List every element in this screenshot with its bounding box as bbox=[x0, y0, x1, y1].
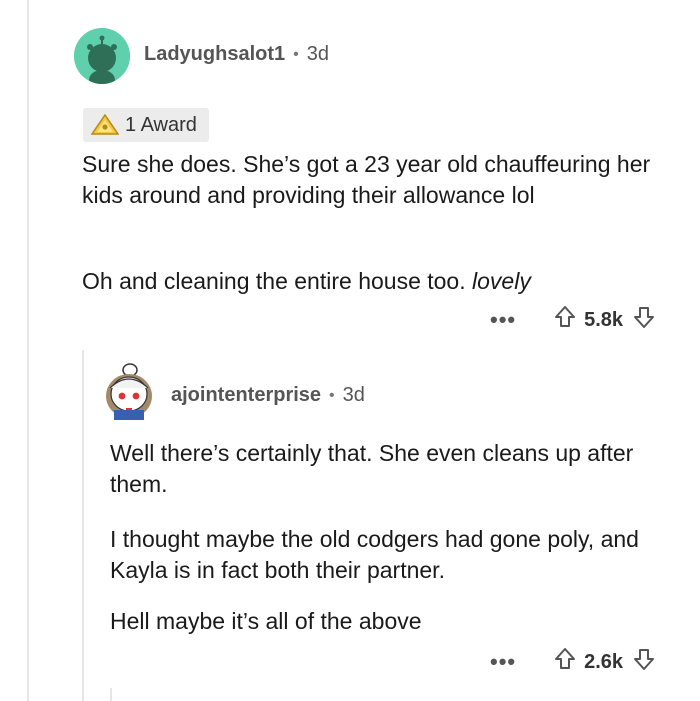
comment-2-meta: ajointenterprise • 3d bbox=[171, 384, 365, 407]
vote-score: 5.8k bbox=[584, 308, 624, 331]
comment-age: 3d bbox=[342, 384, 365, 406]
comment-2-paragraph-1: Well there’s certainly that. She even cl… bbox=[110, 440, 634, 497]
vote-score: 2.6k bbox=[584, 650, 624, 673]
award-triangle-icon bbox=[91, 114, 119, 135]
comment-1-meta: Ladyughsalot1 • 3d bbox=[144, 43, 329, 66]
thread-line-reply[interactable] bbox=[82, 350, 84, 701]
paragraph-text: Oh and cleaning the entire house too. bbox=[82, 268, 466, 294]
thread-line-outer[interactable] bbox=[27, 0, 29, 701]
more-options-button[interactable]: ••• bbox=[490, 309, 516, 331]
comment-age: 3d bbox=[306, 43, 329, 65]
award-badge[interactable]: 1 Award bbox=[83, 108, 209, 142]
author-name[interactable]: Ladyughsalot1 bbox=[144, 43, 285, 66]
downvote-arrow-icon[interactable] bbox=[633, 647, 655, 677]
upvote-arrow-icon[interactable] bbox=[554, 647, 576, 677]
more-options-button[interactable]: ••• bbox=[490, 651, 516, 673]
comment-1-actions: ••• 5.8k bbox=[490, 305, 655, 335]
award-label: 1 Award bbox=[125, 113, 197, 136]
meta-separator: • bbox=[329, 386, 335, 404]
comment-2-paragraph-2: I thought maybe the old codgers had gone… bbox=[110, 526, 639, 583]
downvote-arrow-icon[interactable] bbox=[633, 305, 655, 335]
comment-2-paragraph-3: Hell maybe it’s all of the above bbox=[110, 608, 422, 634]
comment-1-paragraph-2: Oh and cleaning the entire house too. lo… bbox=[82, 266, 652, 297]
comment-1-paragraph-1: Sure she does. She’s got a 23 year old c… bbox=[82, 151, 651, 208]
paragraph-italic: lovely bbox=[472, 268, 531, 294]
reddit-snoo-avatar-icon[interactable] bbox=[74, 28, 130, 84]
comment-2-actions: ••• 2.6k bbox=[490, 647, 655, 677]
upvote-arrow-icon[interactable] bbox=[554, 305, 576, 335]
anime-snoo-avatar-icon[interactable] bbox=[100, 360, 158, 422]
author-name[interactable]: ajointenterprise bbox=[171, 384, 321, 407]
thread-line-nested[interactable] bbox=[110, 688, 112, 701]
meta-separator: • bbox=[293, 45, 299, 63]
